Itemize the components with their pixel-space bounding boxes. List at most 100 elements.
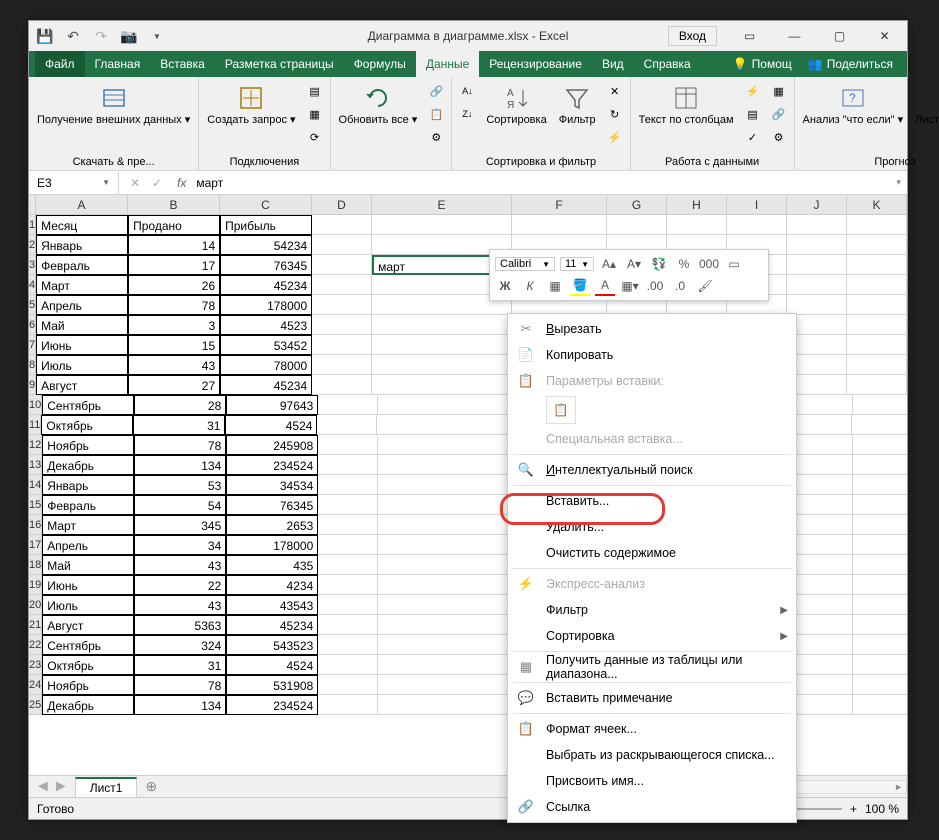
size-combo[interactable]: 11 ▼ (560, 257, 594, 271)
cell[interactable]: 134 (134, 695, 226, 715)
cell[interactable]: Октябрь (41, 415, 133, 435)
cell[interactable]: 53 (134, 475, 226, 495)
get-external-data-button[interactable]: Получение внешних данных ▾ (33, 80, 194, 147)
cell[interactable]: 531908 (226, 675, 318, 695)
row-header[interactable]: 24 (29, 675, 42, 695)
close-button[interactable]: ✕ (862, 21, 907, 51)
cell[interactable]: 78 (134, 435, 226, 455)
sort-asc-icon[interactable]: A↓ (456, 80, 478, 102)
cell[interactable]: Ноябрь (42, 435, 134, 455)
row-header[interactable]: 2 (29, 235, 36, 255)
cell[interactable]: 178000 (226, 535, 318, 555)
reapply-icon[interactable]: ↻ (604, 103, 626, 125)
remove-dupes-icon[interactable]: ▤ (742, 103, 764, 125)
row-header[interactable]: 20 (29, 595, 42, 615)
text-to-columns-button[interactable]: Текст по столбцам (635, 80, 738, 147)
cell[interactable]: 43 (134, 595, 226, 615)
row-header[interactable]: 10 (29, 395, 42, 415)
cell[interactable]: 4523 (220, 315, 312, 335)
cell[interactable]: 31 (133, 415, 225, 435)
fill-color-icon[interactable]: 🪣 (570, 276, 590, 296)
increase-font-icon[interactable]: A▴ (599, 254, 619, 274)
row-header[interactable]: 12 (29, 435, 42, 455)
cell[interactable]: 43 (134, 555, 226, 575)
cell[interactable]: 134 (134, 455, 226, 475)
cell[interactable]: 78 (128, 295, 220, 315)
cell[interactable]: 54234 (220, 235, 312, 255)
cell[interactable]: 45234 (220, 275, 312, 295)
edit-links-icon[interactable]: ⚙ (425, 126, 447, 148)
decrease-font-icon[interactable]: A▾ (624, 254, 644, 274)
row-header[interactable]: 4 (29, 275, 36, 295)
col-header[interactable]: J (787, 195, 847, 214)
properties-icon[interactable]: 📋 (425, 103, 447, 125)
select-all-corner[interactable] (29, 195, 36, 214)
cm-clear[interactable]: Очистить содержимое (508, 540, 796, 566)
refresh-all-button[interactable]: Обновить все ▾ (335, 80, 422, 147)
cm-copy[interactable]: 📄Копировать (508, 342, 796, 368)
cell[interactable]: 76345 (226, 495, 318, 515)
cell[interactable]: Сентябрь (42, 395, 134, 415)
undo-icon[interactable]: ↶ (65, 28, 81, 44)
cm-sort[interactable]: Сортировка▶ (508, 623, 796, 649)
cell[interactable]: 53452 (220, 335, 312, 355)
data-validation-icon[interactable]: ✓ (742, 126, 764, 148)
consolidate-icon[interactable]: ▦ (768, 80, 790, 102)
cell[interactable]: 15 (128, 335, 220, 355)
cell[interactable]: Декабрь (42, 695, 134, 715)
cell[interactable]: Май (42, 555, 134, 575)
cell[interactable]: Июль (36, 355, 128, 375)
col-header[interactable]: K (847, 195, 907, 214)
cell[interactable]: 4524 (226, 655, 318, 675)
col-header[interactable]: D (312, 195, 372, 214)
row-header[interactable]: 21 (29, 615, 42, 635)
cell[interactable]: Месяц (36, 215, 128, 235)
borders-dropdown-icon[interactable]: ▦▾ (620, 276, 640, 296)
cell[interactable]: 31 (134, 655, 226, 675)
cell[interactable]: Июнь (36, 335, 128, 355)
merge-icon[interactable]: ▭ (724, 254, 744, 274)
formula-expand-icon[interactable]: ▾ (890, 177, 907, 188)
show-queries-icon[interactable]: ▤ (304, 80, 326, 102)
row-header[interactable]: 25 (29, 695, 42, 715)
tab-data[interactable]: Данные (416, 51, 479, 77)
increase-decimal-icon[interactable]: .00 (645, 276, 665, 296)
new-query-button[interactable]: Создать запрос ▾ (203, 80, 299, 147)
accounting-format-icon[interactable]: 💱 (649, 254, 669, 274)
relationships-icon[interactable]: 🔗 (768, 103, 790, 125)
col-header[interactable]: A (36, 195, 128, 214)
from-table-icon[interactable]: ▦ (304, 103, 326, 125)
tab-layout[interactable]: Разметка страницы (215, 51, 344, 77)
flash-fill-icon[interactable]: ⚡ (742, 80, 764, 102)
cell[interactable]: 78 (134, 675, 226, 695)
cell[interactable]: Январь (36, 235, 128, 255)
forecast-button[interactable]: Лист прогноза (911, 80, 939, 147)
sort-desc-icon[interactable]: Z↓ (456, 103, 478, 125)
cancel-formula-icon[interactable]: ✕ (127, 176, 143, 190)
col-header[interactable]: C (220, 195, 312, 214)
what-if-button[interactable]: ? Анализ "что если" ▾ (799, 80, 908, 147)
row-header[interactable]: 13 (29, 455, 42, 475)
enter-formula-icon[interactable]: ✓ (149, 176, 165, 190)
cm-cut[interactable]: ✂Вырезать (508, 316, 796, 342)
cm-define-name[interactable]: Присвоить имя... (508, 768, 796, 794)
cm-filter[interactable]: Фильтр▶ (508, 597, 796, 623)
italic-icon[interactable]: К (520, 276, 540, 296)
row-header[interactable]: 7 (29, 335, 36, 355)
cm-comment[interactable]: 💬Вставить примечание (508, 685, 796, 711)
cell[interactable]: 17 (128, 255, 220, 275)
cm-link[interactable]: 🔗Ссылка (508, 794, 796, 820)
cm-smart-lookup[interactable]: 🔍Интеллектуальный поиск (508, 457, 796, 483)
col-header[interactable]: B (128, 195, 220, 214)
cell[interactable]: 4234 (226, 575, 318, 595)
tab-insert[interactable]: Вставка (150, 51, 215, 77)
cm-insert[interactable]: Вставить... (508, 488, 796, 514)
cell[interactable]: 3 (128, 315, 220, 335)
qat-dropdown-icon[interactable]: ▼ (149, 28, 165, 44)
row-header[interactable]: 18 (29, 555, 42, 575)
row-header[interactable]: 17 (29, 535, 42, 555)
cell[interactable]: Июль (42, 595, 134, 615)
cell[interactable]: 43 (128, 355, 220, 375)
cell[interactable]: Ноябрь (42, 675, 134, 695)
cell[interactable]: 43543 (226, 595, 318, 615)
